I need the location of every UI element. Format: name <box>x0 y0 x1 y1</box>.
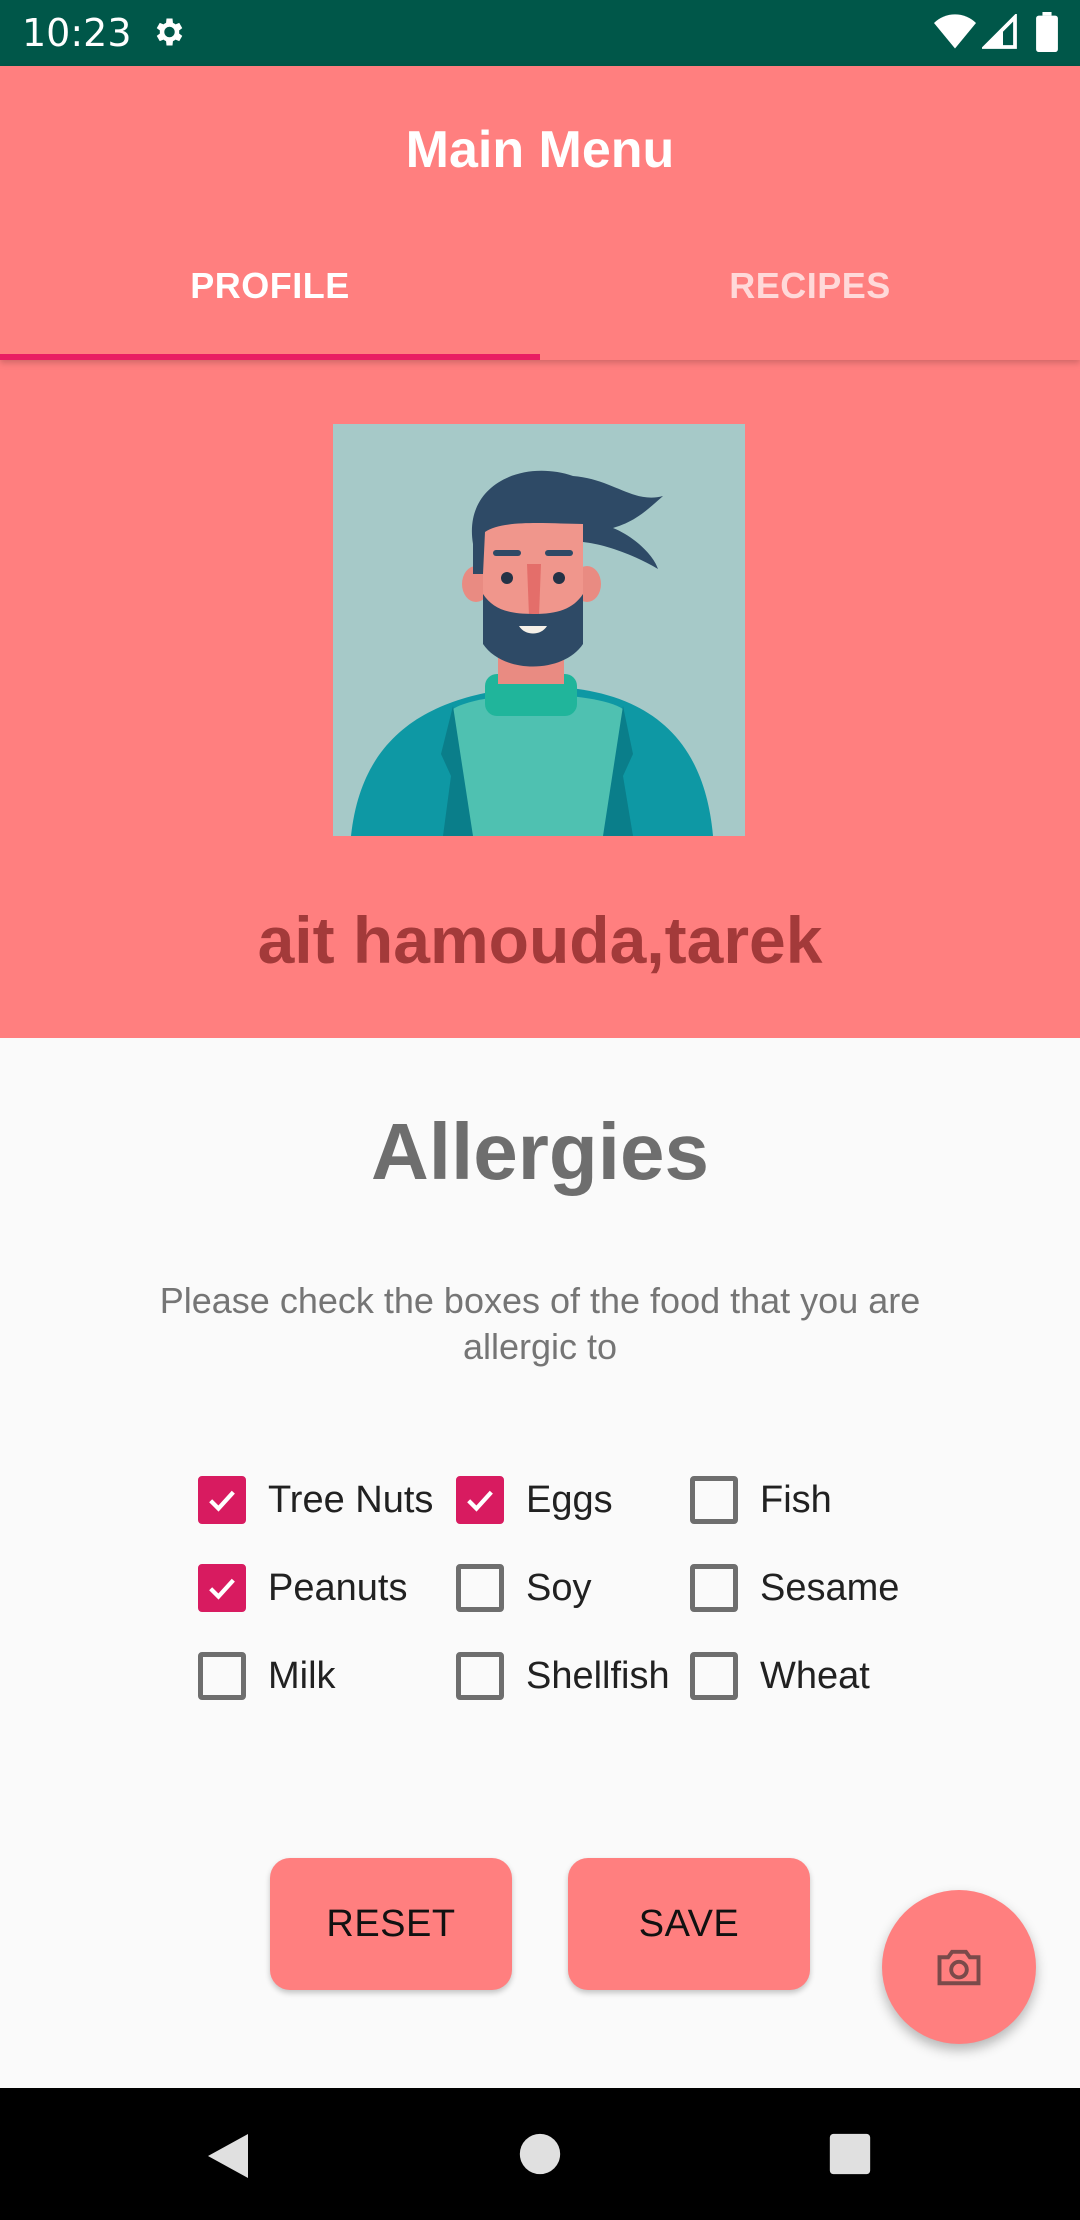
checkbox-label: Milk <box>268 1655 336 1697</box>
back-icon[interactable] <box>204 2130 252 2182</box>
checkbox-box[interactable] <box>456 1476 504 1524</box>
tab-profile[interactable]: PROFILE <box>0 264 540 308</box>
checkmark-icon <box>467 1490 493 1512</box>
checkbox-label: Wheat <box>760 1655 870 1697</box>
tab-recipes[interactable]: RECIPES <box>540 264 1080 308</box>
profile-header: ait hamouda,tarek <box>0 360 1080 1038</box>
checkmark-icon <box>209 1578 235 1600</box>
avatar[interactable] <box>333 424 745 836</box>
avatar-illustration <box>333 424 745 836</box>
nav-bar <box>0 2088 1080 2220</box>
profile-name: ait hamouda,tarek <box>257 903 823 977</box>
battery-icon <box>1036 12 1058 52</box>
allergies-title: Allergies <box>371 1107 709 1196</box>
status-bar: 10:23 <box>0 0 1080 66</box>
checkbox-label: Shellfish <box>526 1655 670 1697</box>
checkbox-label: Eggs <box>526 1479 613 1521</box>
checkbox-box[interactable] <box>690 1652 738 1700</box>
app-bar: Main Menu PROFILE RECIPES <box>0 66 1080 360</box>
checkbox-box[interactable] <box>690 1564 738 1612</box>
status-time: 10:23 <box>22 11 132 55</box>
recents-icon[interactable] <box>828 2132 872 2176</box>
checkbox-label: Sesame <box>760 1567 900 1609</box>
checkbox-label: Peanuts <box>268 1567 408 1609</box>
checkbox-box[interactable] <box>456 1652 504 1700</box>
app-title: Main Menu <box>405 121 675 179</box>
checkbox-label: Fish <box>760 1479 832 1521</box>
checkbox-box[interactable] <box>198 1564 246 1612</box>
checkbox-box[interactable] <box>198 1652 246 1700</box>
camera-icon <box>937 1949 981 1986</box>
tab-indicator <box>0 354 540 360</box>
signal-icon <box>982 14 1017 49</box>
camera-fab-button[interactable] <box>882 1890 1036 2044</box>
reset-button[interactable]: RESET <box>270 1858 512 1990</box>
checkmark-icon <box>209 1490 235 1512</box>
gear-icon <box>156 18 183 46</box>
checkbox-box[interactable] <box>690 1476 738 1524</box>
save-button[interactable]: SAVE <box>568 1858 810 1990</box>
home-icon[interactable] <box>518 2132 562 2176</box>
wifi-icon <box>934 14 976 49</box>
allergies-description: Please check the boxes of the food that … <box>159 1280 921 1367</box>
checkbox-label: Tree Nuts <box>268 1479 434 1521</box>
checkbox-label: Soy <box>526 1567 592 1609</box>
checkbox-box[interactable] <box>456 1564 504 1612</box>
checkbox-box[interactable] <box>198 1476 246 1524</box>
